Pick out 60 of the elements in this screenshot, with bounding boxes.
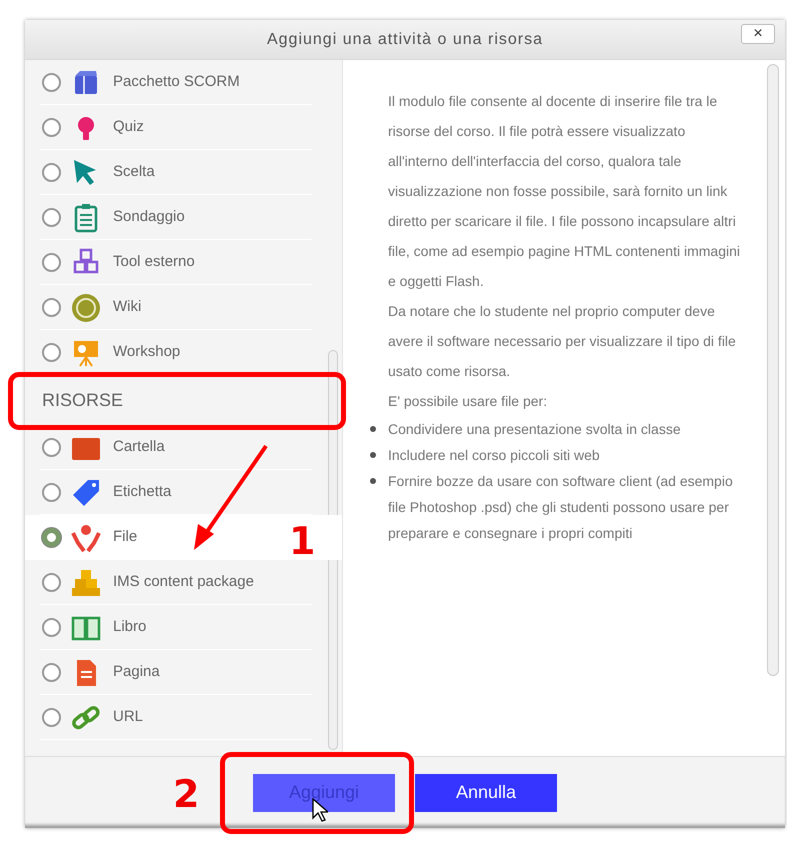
radio-button[interactable] xyxy=(42,343,61,362)
scrollbar-thumb[interactable] xyxy=(767,64,779,676)
module-label: Etichetta xyxy=(113,482,172,502)
radio-button[interactable] xyxy=(42,708,61,727)
module-option[interactable]: Pagina xyxy=(25,650,342,695)
module-label: Wiki xyxy=(113,297,142,318)
module-label: Workshop xyxy=(113,342,180,362)
radio-button[interactable] xyxy=(42,298,61,317)
module-option[interactable]: Cartella xyxy=(25,425,342,470)
radio-button[interactable] xyxy=(42,253,61,272)
module-option[interactable]: IMS content package xyxy=(25,560,342,605)
module-option[interactable]: Quiz xyxy=(25,105,342,150)
module-label: IMS content package xyxy=(113,572,254,592)
module-option[interactable]: Etichetta xyxy=(25,470,342,515)
radio-button[interactable] xyxy=(42,118,61,137)
description-text: Il modulo file consente al docente di inserire file tra le risorse del corso. Il file potrà essere visualizzato all'interno dell'interfaccia del corso, qualora tale visualizzazione non fosse possibile, sarà fornito un link diretto per scaricare il file. I file possono incapsulare altri file, come ad esempio pagine HTML contenenti immagini e oggetti Flash. xyxy=(388,92,741,291)
radio-button[interactable] xyxy=(42,573,61,592)
radio-button[interactable] xyxy=(42,528,61,547)
module-label: Pacchetto SCORM xyxy=(113,72,240,92)
circle-logo-icon xyxy=(71,292,101,322)
module-option[interactable]: Tool esterno xyxy=(25,240,342,285)
radio-button[interactable] xyxy=(42,163,61,182)
description-text: E' possibile usare file per: xyxy=(388,392,548,411)
module-option[interactable]: Workshop xyxy=(25,330,342,375)
radio-button[interactable] xyxy=(42,208,61,227)
radio-button[interactable] xyxy=(42,73,61,92)
module-label: Quiz xyxy=(113,117,144,138)
bullet-text: Fornire bozze da usare con software client (ad esempio file Photoshop .psd) che gli studenti possono usare per preparare e consegnare i propri compiti xyxy=(388,472,734,543)
annotation-number: 2 xyxy=(173,775,200,813)
module-label: URL xyxy=(113,707,144,728)
tag-icon xyxy=(71,478,101,508)
boxes-icon xyxy=(71,568,101,598)
module-option[interactable]: URL xyxy=(25,695,342,740)
module-option[interactable]: Pacchetto SCORM xyxy=(25,60,342,105)
bullet-icon xyxy=(370,426,376,432)
module-option[interactable]: Libro xyxy=(25,605,342,650)
module-label: File xyxy=(113,527,138,548)
dialog-title: Aggiungi una attività o una risorsa xyxy=(266,30,544,50)
module-label: Pagina xyxy=(113,662,160,682)
module-option[interactable]: Scelta xyxy=(25,150,342,195)
module-label: Tool esterno xyxy=(113,252,195,272)
module-option[interactable]: Sondaggio xyxy=(25,195,342,240)
description-text: Da notare che lo studente nel proprio computer deve avere il software necessario per visualizzare il tipo di file usato come risorsa. xyxy=(388,302,737,381)
bullet-icon xyxy=(370,452,376,458)
cancel-button[interactable]: Annulla xyxy=(415,774,557,812)
radio-button[interactable] xyxy=(42,438,61,457)
module-label: Sondaggio xyxy=(113,207,185,228)
module-label: Scelta xyxy=(113,162,155,182)
radio-button[interactable] xyxy=(42,483,61,502)
annotation-number: 1 xyxy=(289,522,316,560)
section-heading: RISORSE xyxy=(42,388,124,412)
module-option[interactable]: Wiki xyxy=(25,285,342,330)
module-label: Cartella xyxy=(113,437,165,458)
bullet-text: Includere nel corso piccoli siti web xyxy=(388,446,600,465)
close-button[interactable]: × xyxy=(741,24,775,44)
radio-button[interactable] xyxy=(42,663,61,682)
module-label: Libro xyxy=(113,617,146,638)
bullet-text: Condividere una presentazione svolta in classe xyxy=(388,420,681,439)
radio-button[interactable] xyxy=(42,618,61,637)
bullet-icon xyxy=(370,478,376,484)
